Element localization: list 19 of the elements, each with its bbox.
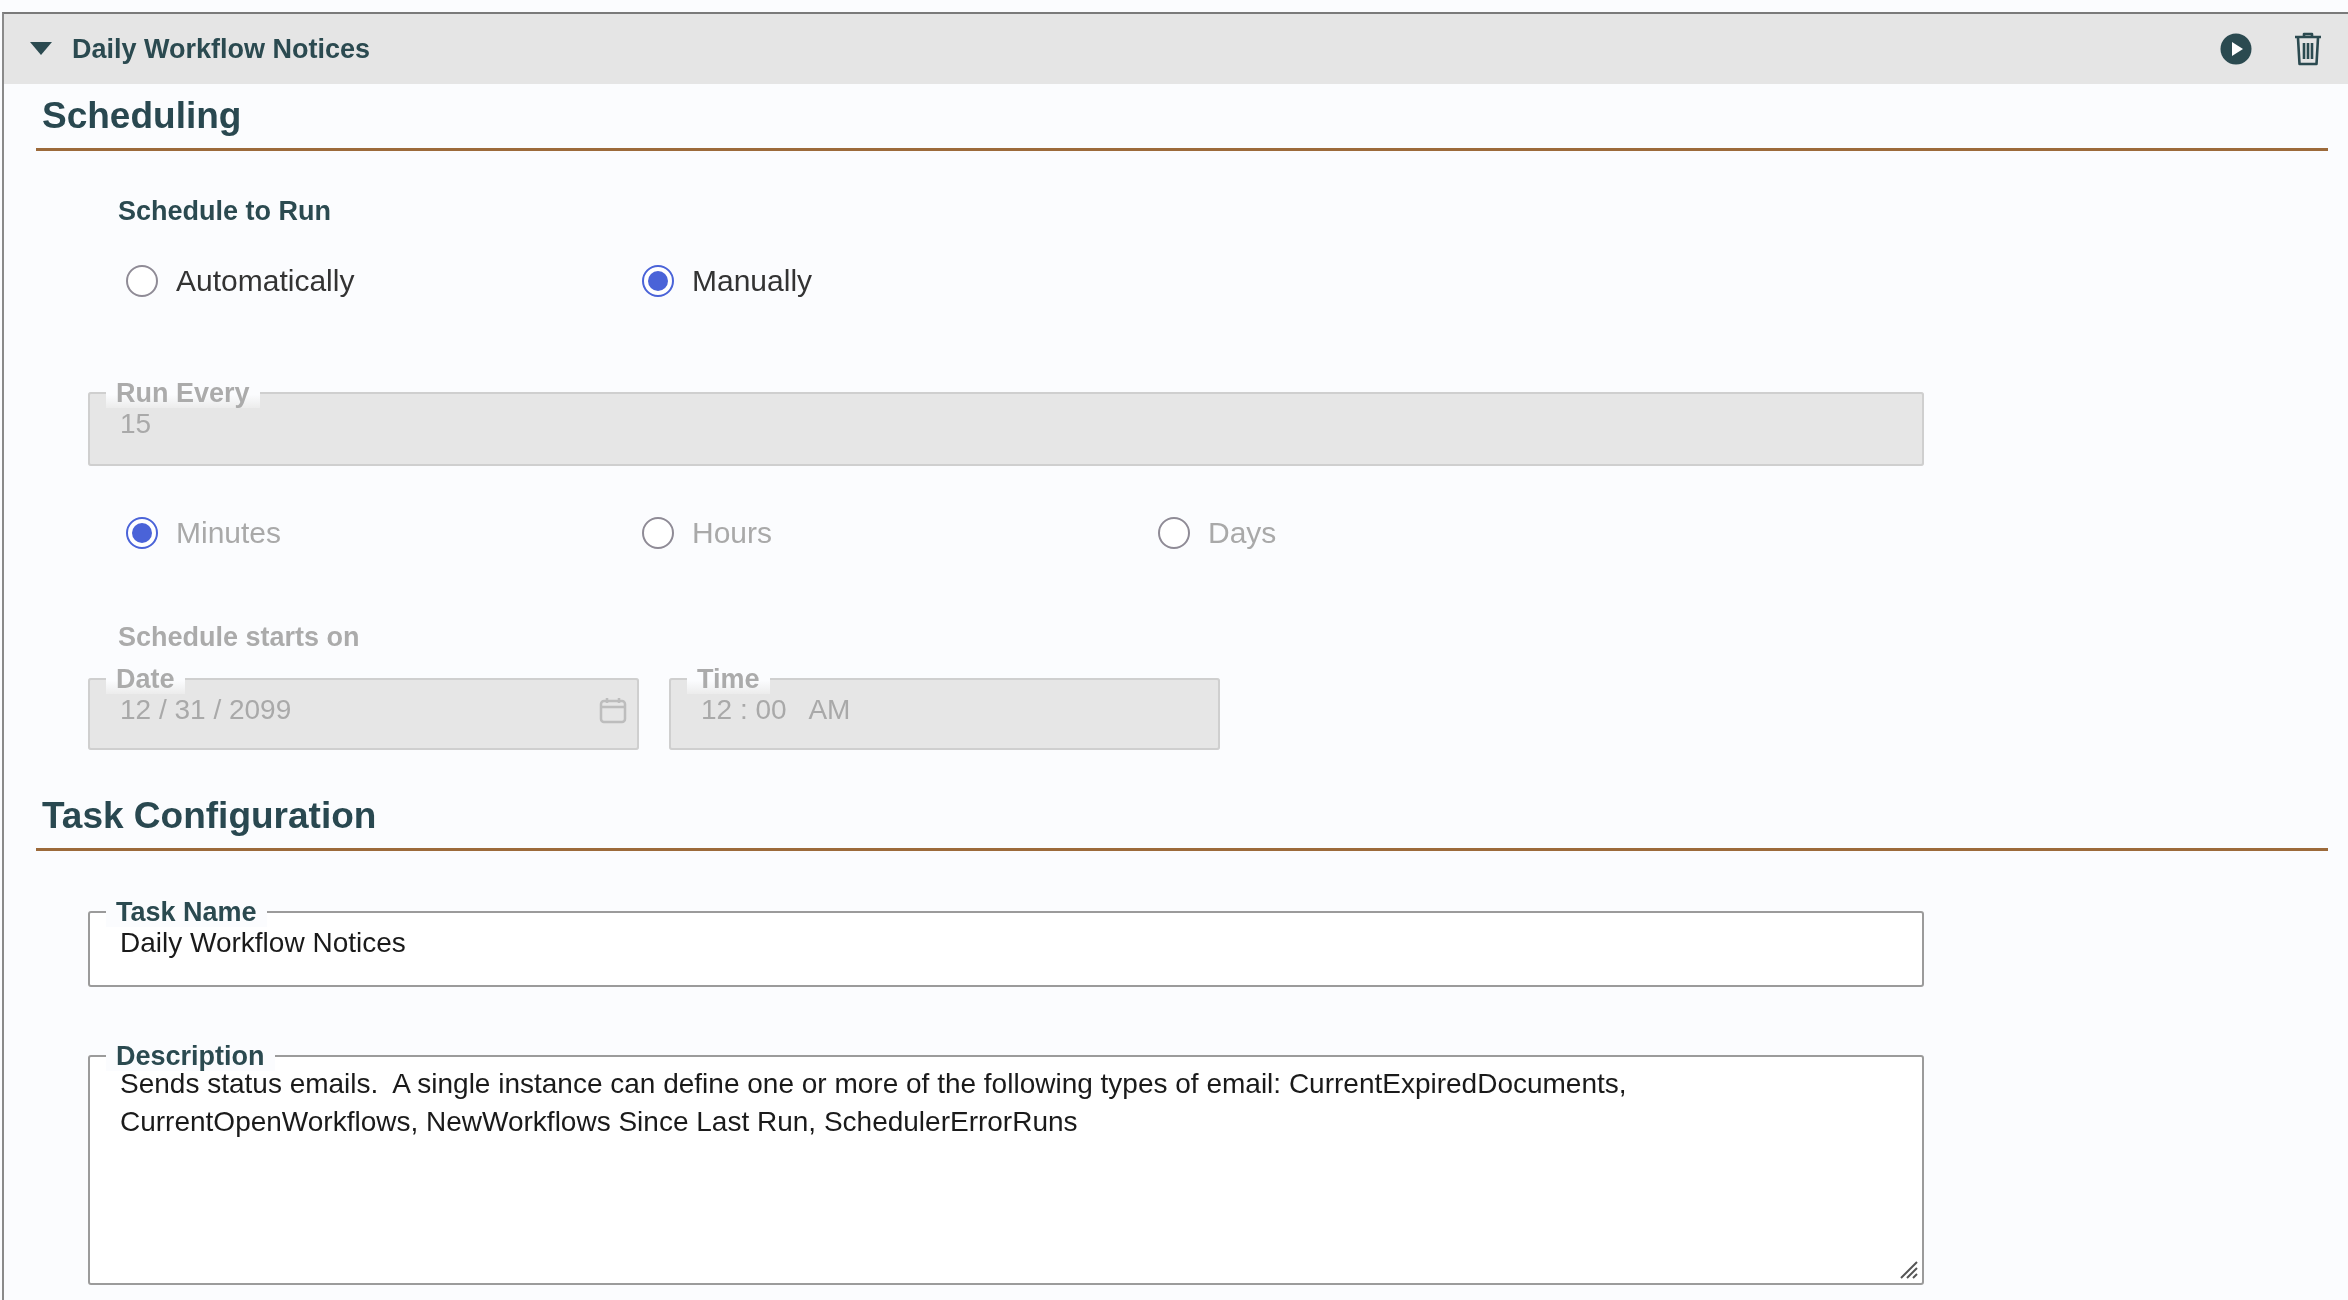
- radio-label: Days: [1208, 516, 1277, 550]
- radio-button[interactable]: [642, 265, 674, 297]
- delete-button[interactable]: [2294, 32, 2322, 66]
- play-button[interactable]: [2220, 33, 2252, 65]
- run-option[interactable]: Automatically: [126, 264, 642, 298]
- group-label: Schedule to Run: [117, 195, 332, 228]
- date-value: 12 / 31 / 2099: [120, 694, 292, 726]
- section-heading: Task Configuration: [41, 794, 378, 838]
- radio-button[interactable]: [126, 265, 158, 297]
- caret-down-icon[interactable]: [30, 42, 52, 56]
- radio-label: Hours: [692, 516, 773, 550]
- panel-title: Daily Workflow Notices: [72, 33, 372, 65]
- run-option[interactable]: Manually: [642, 264, 1158, 298]
- radio-label: Minutes: [176, 516, 282, 550]
- time-value: 12 : 00 AM: [701, 694, 851, 726]
- radio-label: Automatically: [176, 264, 355, 298]
- section-heading: Scheduling: [41, 94, 243, 138]
- group-label: Schedule starts on: [117, 621, 361, 654]
- radio-label: Manually: [692, 264, 813, 298]
